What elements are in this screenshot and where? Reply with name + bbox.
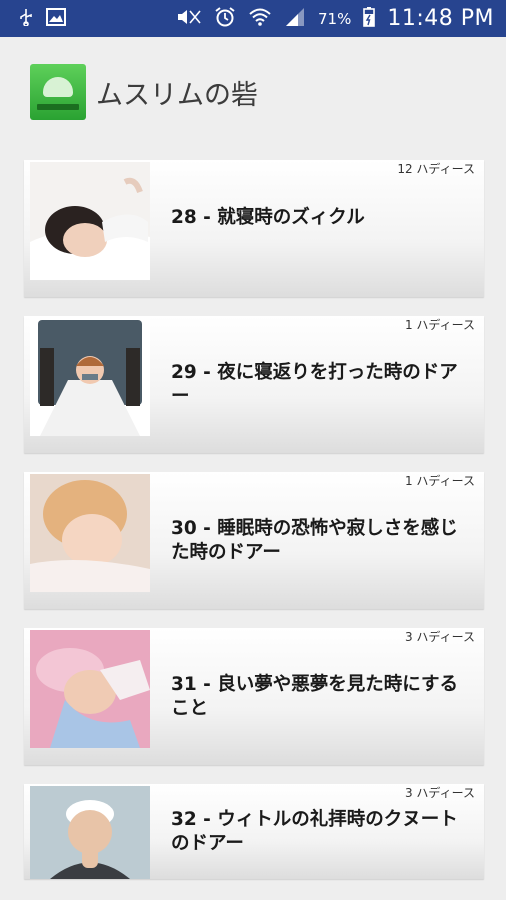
sleeping-baby-image bbox=[30, 630, 150, 748]
list-item-28[interactable]: 12 ハディース 28 - 就寝時のズィクル bbox=[24, 160, 484, 297]
hadith-count: 12 ハディース bbox=[397, 162, 475, 176]
chapter-title: 30 - 睡眠時の恐怖や寂しさを感じた時のドアー bbox=[171, 517, 458, 563]
hadith-count: 3 ハディース bbox=[404, 786, 475, 800]
usb-icon bbox=[18, 8, 34, 29]
battery-percent: 71% bbox=[318, 9, 352, 28]
status-right: 71% 11:48 PM bbox=[176, 6, 494, 31]
praying-child-image bbox=[30, 786, 150, 879]
image-icon bbox=[46, 8, 66, 29]
list-item-29[interactable]: 1 ハディース 29 - 夜に寝返りを打った時のドアー bbox=[24, 316, 484, 453]
app-bar: ムスリムの砦 bbox=[0, 37, 506, 147]
chapter-title: 31 - 良い夢や悪夢を見た時にすること bbox=[171, 673, 458, 719]
clock: 11:48 PM bbox=[387, 6, 494, 31]
list-item-31[interactable]: 3 ハディース 31 - 良い夢や悪夢を見た時にすること bbox=[24, 628, 484, 765]
chapter-title: 29 - 夜に寝返りを打った時のドアー bbox=[171, 361, 458, 407]
sleeping-toddler-image bbox=[30, 474, 150, 592]
wifi-icon bbox=[248, 7, 272, 30]
alarm-icon bbox=[214, 7, 236, 30]
fortress-logo-icon bbox=[30, 64, 86, 120]
battery-icon bbox=[363, 7, 376, 30]
hadith-count: 1 ハディース bbox=[404, 474, 475, 488]
chapter-list: 12 ハディース 28 - 就寝時のズィクル 1 ハディース 29 - 夜に寝返… bbox=[24, 160, 484, 879]
list-item-30[interactable]: 1 ハディース 30 - 睡眠時の恐怖や寂しさを感じた時のドアー bbox=[24, 472, 484, 609]
mute-icon bbox=[176, 8, 202, 29]
child-in-bed-illustration bbox=[30, 318, 150, 436]
status-bar: 71% 11:48 PM bbox=[0, 0, 506, 37]
status-left bbox=[18, 8, 66, 29]
chapter-title: 32 - ウィトルの礼拝時のクヌートのドアー bbox=[171, 808, 458, 854]
signal-icon bbox=[284, 7, 306, 30]
app-title: ムスリムの砦 bbox=[96, 79, 258, 111]
list-item-32[interactable]: 3 ハディース 32 - ウィトルの礼拝時のクヌートのドアー bbox=[24, 784, 484, 879]
sleeping-child-image bbox=[30, 162, 150, 280]
hadith-count: 3 ハディース bbox=[404, 630, 475, 644]
chapter-title: 28 - 就寝時のズィクル bbox=[171, 207, 365, 228]
hadith-count: 1 ハディース bbox=[404, 318, 475, 332]
